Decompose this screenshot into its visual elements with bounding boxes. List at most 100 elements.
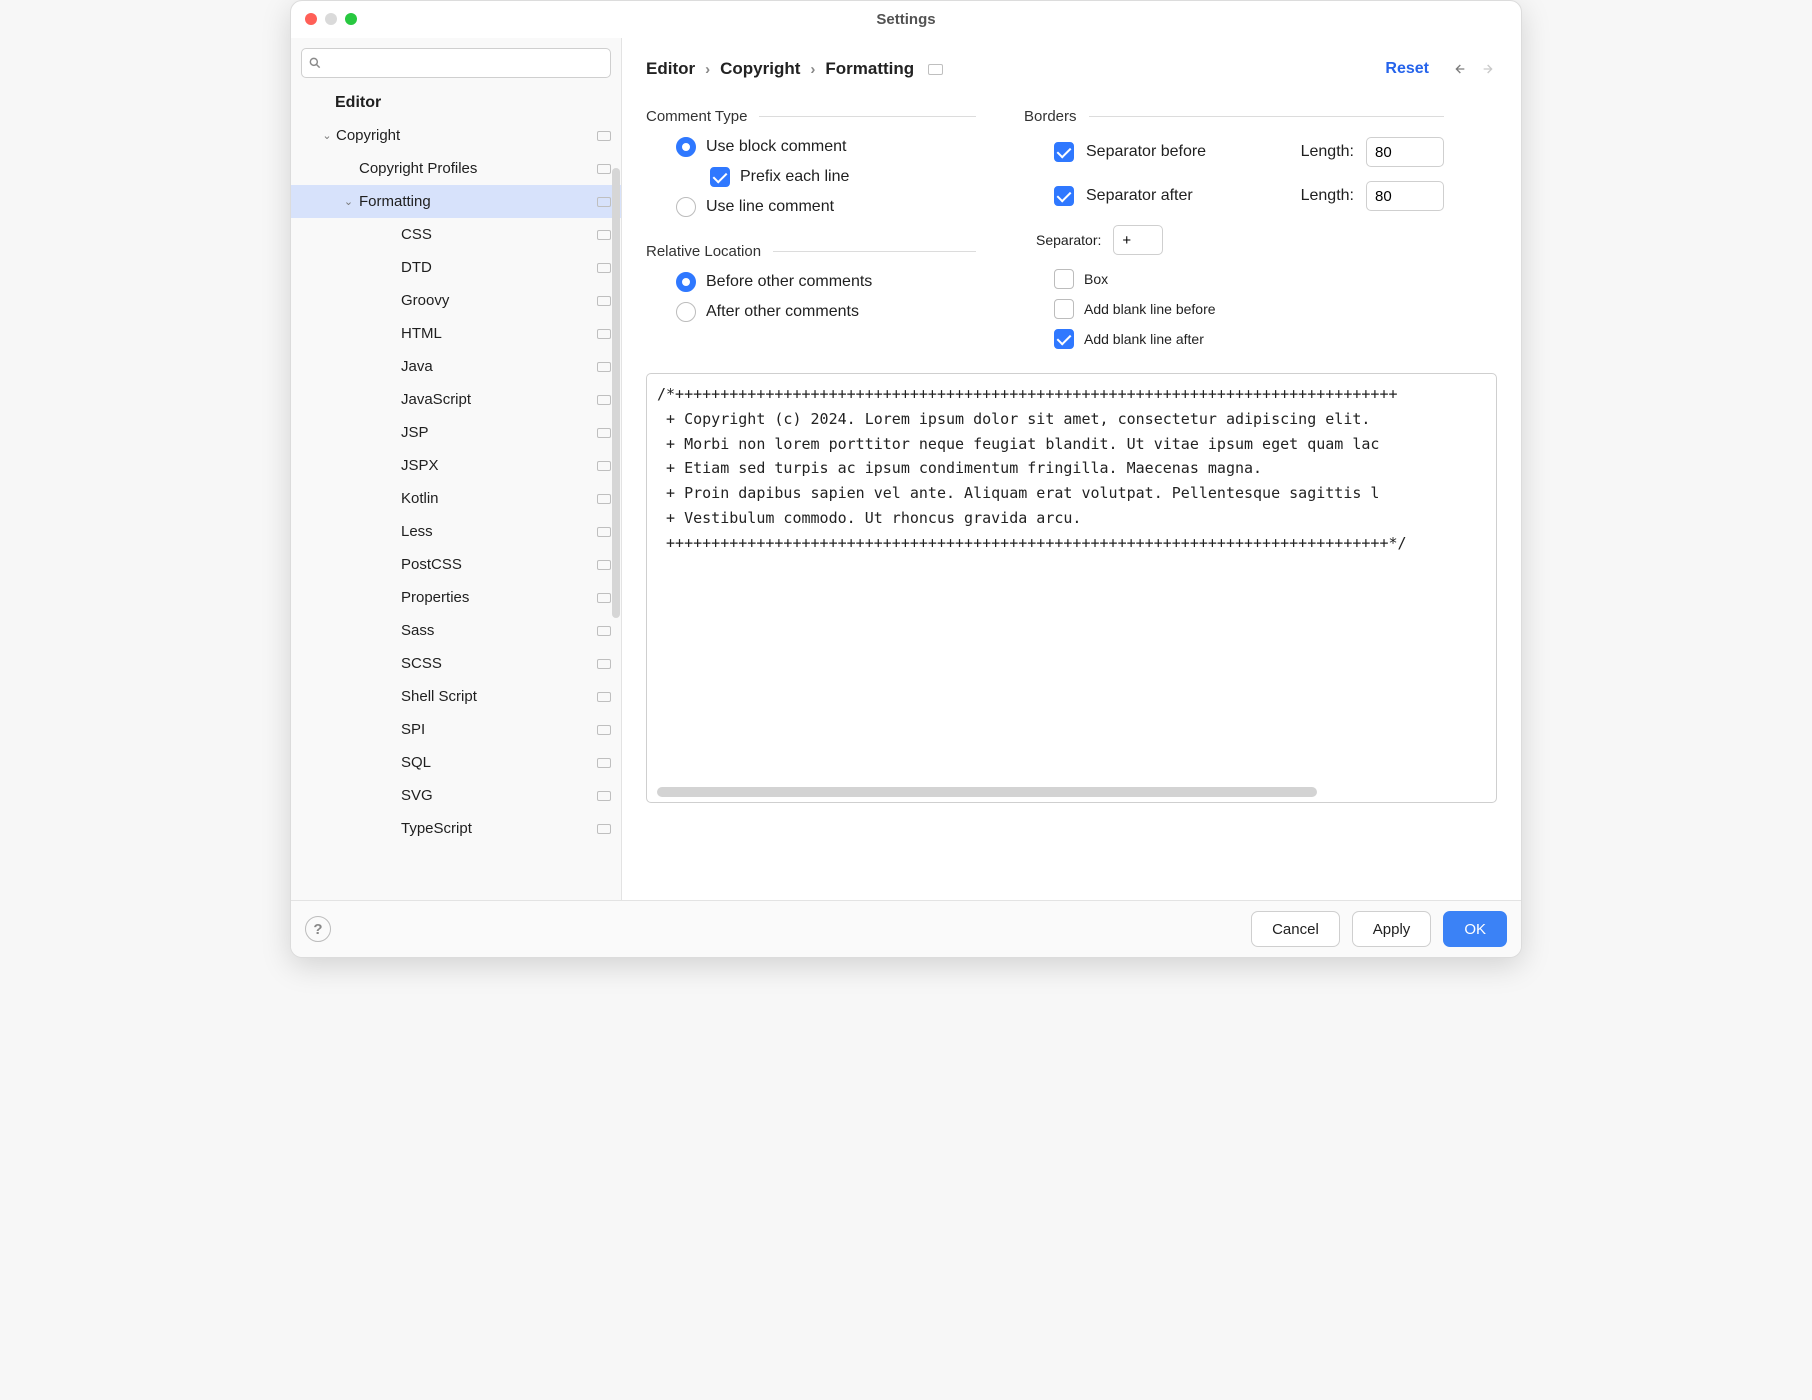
breadcrumb: Editor › Copyright › Formatting — [646, 59, 1385, 79]
tree-item[interactable]: Less — [291, 515, 621, 548]
checkbox-icon[interactable] — [1054, 329, 1074, 349]
tree-item-label: SPI — [401, 721, 591, 738]
preview-scrollbar[interactable] — [657, 787, 1317, 797]
settings-window: Settings Editor ⌄CopyrightCopyright Prof… — [290, 0, 1522, 958]
ok-button[interactable]: OK — [1443, 911, 1507, 947]
tree-item-label: Sass — [401, 622, 591, 639]
form-area: Comment Type Use block comment Prefix ea… — [646, 108, 1497, 359]
scope-badge-icon — [597, 362, 611, 372]
reset-link[interactable]: Reset — [1385, 60, 1429, 78]
tree-item[interactable]: JavaScript — [291, 383, 621, 416]
tree-item[interactable]: JSP — [291, 416, 621, 449]
tree-item[interactable]: DTD — [291, 251, 621, 284]
separator-label: Separator: — [1036, 232, 1101, 248]
tree-item[interactable]: ⌄ Formatting — [291, 185, 621, 218]
window-title: Settings — [291, 11, 1521, 28]
scope-badge-icon — [597, 461, 611, 471]
tree-item[interactable]: Groovy — [291, 284, 621, 317]
scope-badge-icon — [597, 560, 611, 570]
tree-item[interactable]: Java — [291, 350, 621, 383]
scope-badge-icon — [597, 230, 611, 240]
tree-item-label: SVG — [401, 787, 591, 804]
scope-badge-icon — [597, 593, 611, 603]
tree-item[interactable]: JSPX — [291, 449, 621, 482]
tree-item[interactable]: SPI — [291, 713, 621, 746]
scope-badge-icon — [597, 659, 611, 669]
tree-item-label: JSP — [401, 424, 591, 441]
option-prefix-each-line[interactable]: Prefix each line — [710, 167, 976, 187]
scope-badge-icon — [597, 263, 611, 273]
cancel-button[interactable]: Cancel — [1251, 911, 1340, 947]
search-input[interactable] — [301, 48, 611, 78]
tree-item[interactable]: Copyright Profiles — [291, 152, 621, 185]
chevron-down-icon[interactable]: ⌄ — [321, 129, 333, 142]
tree-item[interactable]: SQL — [291, 746, 621, 779]
search-box — [301, 48, 611, 78]
checkbox-icon[interactable] — [1054, 269, 1074, 289]
tree-item[interactable]: HTML — [291, 317, 621, 350]
checkbox-icon[interactable] — [1054, 299, 1074, 319]
window-controls — [305, 13, 357, 25]
apply-button[interactable]: Apply — [1352, 911, 1432, 947]
option-blank-line-after[interactable]: Add blank line after — [1054, 329, 1444, 349]
scope-badge-icon — [597, 791, 611, 801]
tree-item-label: Formatting — [359, 193, 591, 210]
scope-badge-icon — [597, 527, 611, 537]
separator-char-input[interactable] — [1113, 225, 1163, 255]
close-window-icon[interactable] — [305, 13, 317, 25]
tree-item[interactable]: Shell Script — [291, 680, 621, 713]
tree-item[interactable]: Kotlin — [291, 482, 621, 515]
option-separator-before: Separator before Length: — [1054, 137, 1444, 167]
breadcrumb-copyright[interactable]: Copyright — [720, 59, 800, 79]
radio-icon[interactable] — [676, 272, 696, 292]
breadcrumb-formatting: Formatting — [825, 59, 914, 79]
help-icon[interactable]: ? — [305, 916, 331, 942]
tree-item[interactable]: Properties — [291, 581, 621, 614]
breadcrumb-editor[interactable]: Editor — [646, 59, 695, 79]
checkbox-icon[interactable] — [710, 167, 730, 187]
option-after-other-comments[interactable]: After other comments — [676, 302, 976, 322]
option-box[interactable]: Box — [1054, 269, 1444, 289]
tree-item-label: DTD — [401, 259, 591, 276]
length-after-label: Length: — [1301, 187, 1354, 205]
tree-item[interactable]: TypeScript — [291, 812, 621, 845]
checkbox-icon[interactable] — [1054, 142, 1074, 162]
length-before-label: Length: — [1301, 143, 1354, 161]
forward-icon — [1481, 61, 1497, 77]
tree-item-label: SCSS — [401, 655, 591, 672]
chevron-down-icon[interactable]: ⌄ — [343, 195, 355, 208]
tree-item-label: HTML — [401, 325, 591, 342]
radio-icon[interactable] — [676, 137, 696, 157]
radio-icon[interactable] — [676, 302, 696, 322]
tree-root-editor[interactable]: Editor — [291, 86, 621, 119]
length-after-input[interactable] — [1366, 181, 1444, 211]
checkbox-icon[interactable] — [1054, 186, 1074, 206]
tree-item-label: JSPX — [401, 457, 591, 474]
scope-badge-icon — [597, 428, 611, 438]
tree-item[interactable]: PostCSS — [291, 548, 621, 581]
scope-badge-icon — [597, 824, 611, 834]
tree-item[interactable]: SCSS — [291, 647, 621, 680]
tree-item-label: JavaScript — [401, 391, 591, 408]
tree-item[interactable]: Sass — [291, 614, 621, 647]
radio-icon[interactable] — [676, 197, 696, 217]
option-use-line-comment[interactable]: Use line comment — [676, 197, 976, 217]
option-blank-line-before[interactable]: Add blank line before — [1054, 299, 1444, 319]
option-use-block-comment[interactable]: Use block comment — [676, 137, 976, 157]
tree-item[interactable]: CSS — [291, 218, 621, 251]
tree-item-label: TypeScript — [401, 820, 591, 837]
settings-tree[interactable]: Editor ⌄CopyrightCopyright Profiles ⌄ Form… — [291, 86, 621, 900]
sidebar-scrollbar[interactable] — [612, 168, 620, 618]
tree-item[interactable]: ⌄Copyright — [291, 119, 621, 152]
option-before-other-comments[interactable]: Before other comments — [676, 272, 976, 292]
tree-item[interactable]: SVG — [291, 779, 621, 812]
minimize-window-icon[interactable] — [325, 13, 337, 25]
zoom-window-icon[interactable] — [345, 13, 357, 25]
tree-item-label: Java — [401, 358, 591, 375]
back-icon[interactable] — [1451, 61, 1467, 77]
length-before-input[interactable] — [1366, 137, 1444, 167]
separator-char-row: Separator: — [1024, 225, 1444, 255]
search-icon — [308, 56, 322, 70]
breadcrumb-row: Editor › Copyright › Formatting Reset — [646, 52, 1497, 86]
tree-item-label: CSS — [401, 226, 591, 243]
